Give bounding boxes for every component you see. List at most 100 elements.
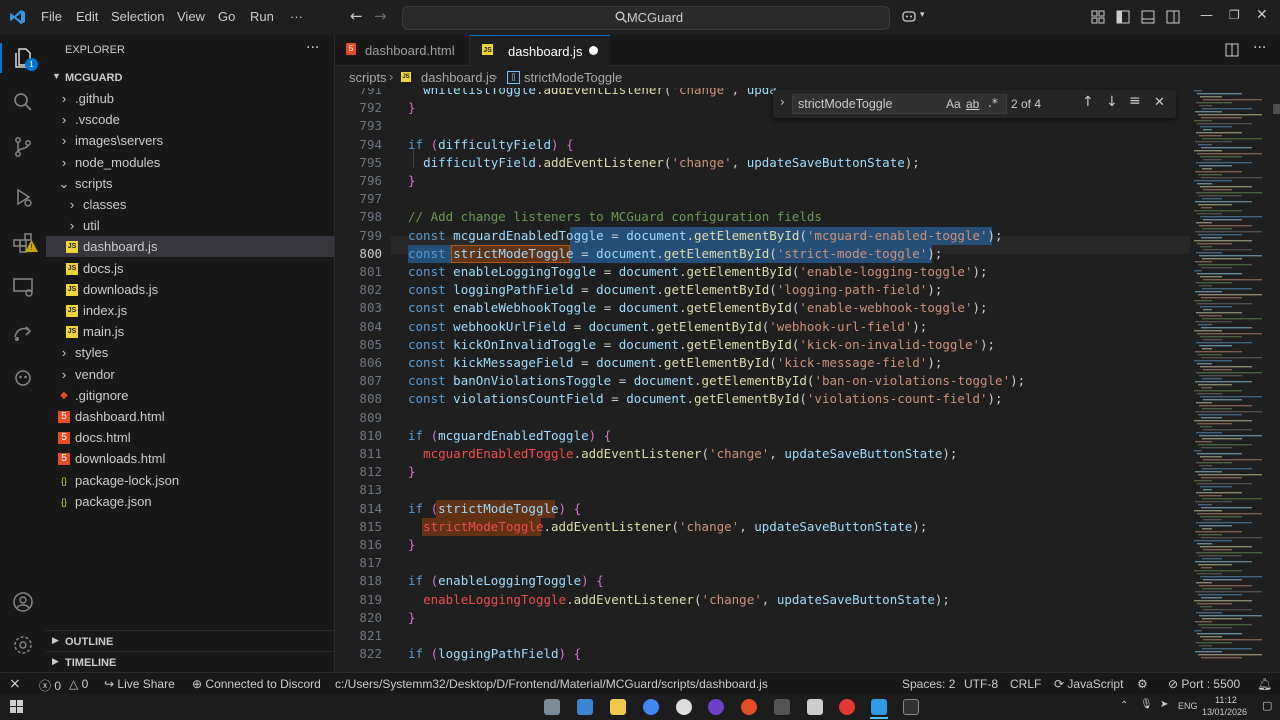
- back-arrow-icon[interactable]: ←: [350, 7, 363, 25]
- toggle-primary-sidebar-icon[interactable]: [1116, 10, 1130, 24]
- encoding-status[interactable]: UTF-8: [964, 677, 998, 691]
- match-whole-word-icon[interactable]: ab: [966, 97, 979, 111]
- timeline-section[interactable]: ▶ TIMELINE: [46, 651, 334, 673]
- project-root[interactable]: ▼ MCGUARD: [46, 67, 334, 88]
- vscode-taskbar-icon[interactable]: [871, 699, 887, 715]
- notification-center-icon[interactable]: ▢: [1262, 699, 1272, 712]
- copilot-icon[interactable]: [902, 10, 918, 24]
- indentation-status[interactable]: Spaces: 2: [902, 677, 955, 691]
- clock-time[interactable]: 11:12: [1215, 695, 1237, 705]
- menu-file[interactable]: File: [41, 9, 62, 24]
- tree-item-docs-html[interactable]: 5 docs.html: [46, 427, 334, 448]
- find-in-selection-icon[interactable]: ≡: [1129, 93, 1141, 109]
- minimize-icon[interactable]: —: [1200, 8, 1213, 23]
- app-icon-light[interactable]: [807, 699, 823, 715]
- menu-more[interactable]: ···: [290, 9, 303, 24]
- tree-item-dashboard-js[interactable]: JS dashboard.js: [46, 236, 334, 258]
- copilot-status-icon[interactable]: ⚙: [1137, 677, 1148, 691]
- tree-item-node-modules[interactable]: › node_modules: [46, 152, 334, 173]
- breadcrumb-folder[interactable]: scripts: [349, 70, 387, 85]
- chevron-down-icon[interactable]: ▾: [920, 10, 925, 20]
- tree-item-index-js[interactable]: JS index.js: [46, 300, 334, 321]
- tree-item-classes[interactable]: › classes: [46, 194, 334, 215]
- notifications-bell-icon[interactable]: 🔔︎: [1257, 677, 1272, 691]
- previous-match-icon[interactable]: ↑: [1082, 94, 1094, 110]
- accounts-icon[interactable]: [11, 590, 35, 614]
- github-desktop-icon[interactable]: [676, 699, 692, 715]
- menu-view[interactable]: View: [177, 9, 205, 24]
- tree-item-styles[interactable]: › styles: [46, 342, 334, 363]
- use-regex-icon[interactable]: .*: [988, 96, 998, 110]
- warnings-status[interactable]: △ 0: [69, 677, 88, 691]
- manage-gear-icon[interactable]: [11, 633, 35, 657]
- forward-arrow-icon[interactable]: →: [374, 7, 387, 25]
- tab-dashboard-html[interactable]: 5 dashboard.html: [335, 35, 470, 65]
- tray-chevron-icon[interactable]: ⌃: [1120, 700, 1128, 711]
- app-icon-gray[interactable]: [774, 699, 790, 715]
- menu-selection[interactable]: Selection: [111, 9, 164, 24]
- app-icon-youtube[interactable]: [839, 699, 855, 715]
- file-path-status[interactable]: c:/Users/Systemm32/Desktop/D/Frontend/Ma…: [335, 677, 768, 691]
- tree-item-downloads-html[interactable]: 5 downloads.html: [46, 448, 334, 469]
- breadcrumb-file[interactable]: dashboard.js: [421, 70, 495, 85]
- mic-icon[interactable]: 🎙︎: [1140, 699, 1153, 710]
- location-icon[interactable]: ➤: [1160, 699, 1168, 710]
- tree-item-main-js[interactable]: JS main.js: [46, 321, 334, 342]
- clock-date[interactable]: 13/01/2026: [1202, 707, 1247, 717]
- split-editor-icon[interactable]: [1225, 43, 1239, 57]
- outline-section[interactable]: ▶ OUTLINE: [46, 630, 334, 652]
- more-actions-icon[interactable]: ···: [306, 40, 319, 56]
- remote-explorer-icon[interactable]: [11, 275, 35, 299]
- live-server-status[interactable]: ⊘ Port : 5500: [1168, 677, 1240, 691]
- windows-start-icon[interactable]: [10, 700, 23, 713]
- widgets-icon[interactable]: [577, 699, 593, 715]
- taskview-icon[interactable]: [544, 699, 560, 715]
- tree-item-scripts[interactable]: ⌄ scripts: [46, 173, 334, 194]
- tree-item-package-json[interactable]: {} package.json: [46, 491, 334, 512]
- app-icon[interactable]: [708, 699, 724, 715]
- menu-run[interactable]: Run: [250, 9, 274, 24]
- file-explorer-icon[interactable]: [610, 699, 626, 715]
- app-icon-red[interactable]: [741, 699, 757, 715]
- language-status[interactable]: ⟳ JavaScript: [1054, 677, 1123, 691]
- find-input[interactable]: strictModeToggle Aa ab .*: [792, 94, 1007, 114]
- terminal-icon[interactable]: [903, 699, 919, 715]
- live-share-icon[interactable]: [11, 321, 35, 345]
- menu-go[interactable]: Go: [218, 9, 235, 24]
- liveshare-status[interactable]: ↪ Live Share: [104, 677, 175, 691]
- match-case-icon[interactable]: Aa: [946, 97, 961, 111]
- restore-icon[interactable]: ❐: [1229, 8, 1240, 22]
- gitlens-icon[interactable]: [11, 365, 35, 389]
- tree-item-package-lock-json[interactable]: {} package-lock.json: [46, 470, 334, 491]
- tree-item-docs-js[interactable]: JS docs.js: [46, 258, 334, 279]
- next-match-icon[interactable]: ↓: [1106, 94, 1118, 110]
- toggle-panel-icon[interactable]: [1141, 10, 1155, 24]
- remote-indicator-icon[interactable]: ⨯: [9, 675, 21, 692]
- breadcrumb-symbol[interactable]: strictModeToggle: [524, 70, 622, 85]
- scrollbar-thumb[interactable]: [1273, 104, 1280, 114]
- more-actions-icon[interactable]: ···: [1253, 40, 1266, 56]
- code-editor[interactable]: 791 whitelistToggle.addEventListener('ch…: [335, 88, 1190, 672]
- tree-item-github[interactable]: › .github: [46, 88, 334, 109]
- customize-layout-icon[interactable]: [1091, 10, 1105, 24]
- unsaved-dot-icon[interactable]: [589, 46, 598, 55]
- toggle-secondary-sidebar-icon[interactable]: [1166, 10, 1180, 24]
- tree-item-vscode[interactable]: › .vscode: [46, 109, 334, 130]
- tree-item-vendor[interactable]: › vendor: [46, 364, 334, 385]
- language-indicator[interactable]: ENG: [1178, 701, 1198, 711]
- command-center-search[interactable]: MCGuard: [402, 6, 890, 30]
- close-window-icon[interactable]: ✕: [1256, 7, 1268, 23]
- search-icon[interactable]: [11, 90, 35, 114]
- eol-status[interactable]: CRLF: [1010, 677, 1041, 691]
- tree-item-gitignore[interactable]: ◆ .gitignore: [46, 385, 334, 406]
- run-debug-icon[interactable]: [11, 185, 35, 209]
- tree-item-images-servers[interactable]: › images\servers: [46, 130, 334, 151]
- toggle-replace-chevron-icon[interactable]: ›: [780, 95, 785, 109]
- source-control-icon[interactable]: [11, 135, 35, 159]
- menu-edit[interactable]: Edit: [76, 9, 98, 24]
- tree-item-dashboard-html[interactable]: 5 dashboard.html: [46, 406, 334, 427]
- minimap[interactable]: [1190, 88, 1280, 672]
- chrome-icon[interactable]: [643, 699, 659, 715]
- tree-item-util[interactable]: › util: [46, 215, 334, 236]
- discord-status[interactable]: ⊕ Connected to Discord: [192, 677, 321, 691]
